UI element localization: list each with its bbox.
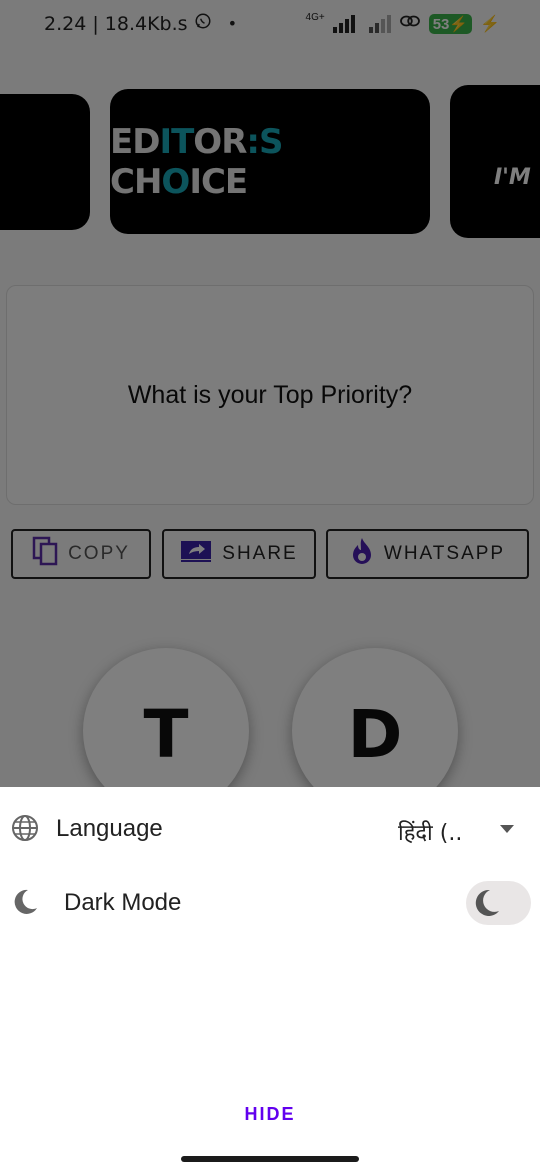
moon-icon — [11, 888, 39, 916]
language-select-value[interactable]: हिंदी (.. — [398, 817, 462, 847]
dark-mode-toggle[interactable] — [466, 881, 531, 925]
language-label: Language — [56, 815, 163, 842]
settings-bottom-sheet: Language हिंदी (.. Dark Mode HIDE — [0, 787, 540, 1170]
dark-mode-label: Dark Mode — [64, 889, 182, 916]
modal-scrim[interactable] — [0, 0, 540, 787]
home-indicator[interactable] — [181, 1156, 359, 1162]
language-row[interactable]: Language हिंदी (.. — [0, 799, 540, 859]
toggle-moon-icon — [468, 885, 504, 921]
dark-mode-row: Dark Mode — [0, 873, 540, 933]
app-background: 2.24 | 18.4Kb.s • 4G+ 53⚡ ⚡ EDITOR:S CHO… — [0, 0, 540, 787]
hide-button[interactable]: HIDE — [220, 1104, 320, 1134]
globe-icon — [11, 814, 39, 842]
dropdown-arrow-icon[interactable] — [500, 825, 514, 833]
